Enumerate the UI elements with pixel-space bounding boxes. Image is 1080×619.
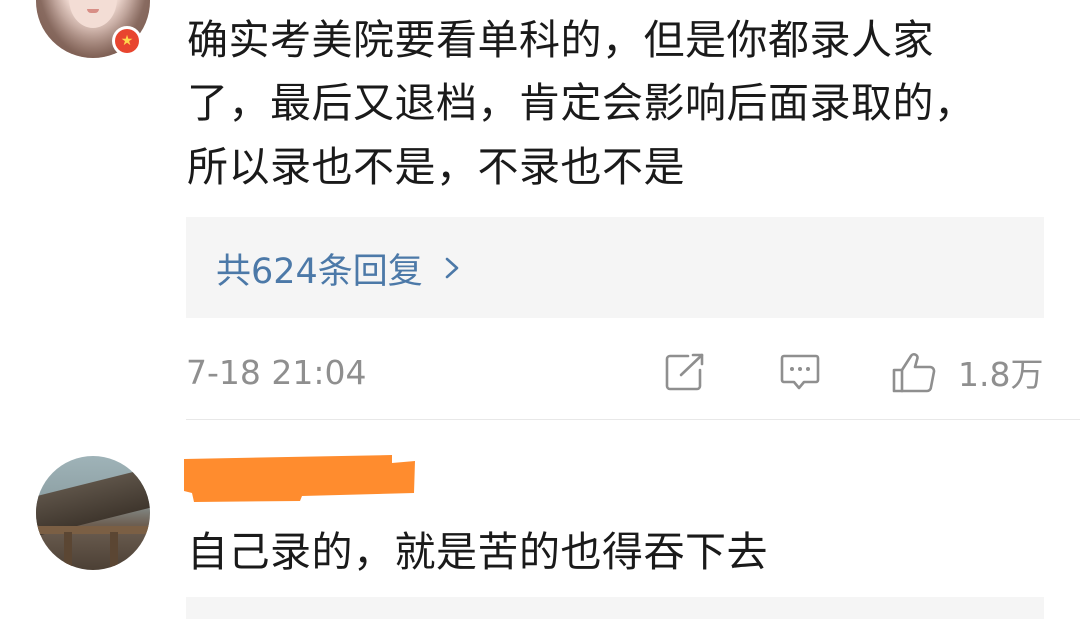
avatar-beam (36, 526, 150, 534)
timestamp: 7-18 21:04 (186, 353, 367, 392)
share-icon (665, 353, 704, 391)
username-redaction (184, 455, 415, 502)
comment-text-line: 所以录也不是，不录也不是 (187, 143, 685, 191)
verified-badge: ★ (112, 26, 142, 56)
thumbs-up-icon (892, 353, 936, 393)
like-button[interactable]: 1.8万 (890, 349, 1043, 395)
comment-feed: ★ 确实考美院要看单科的，但是你都录人家 了，最后又退档，肯定会影响后面录取的，… (0, 0, 1080, 619)
comment-text-line: 了，最后又退档，肯定会影响后面录取的， (187, 79, 976, 127)
avatar-pillar (110, 532, 118, 570)
comment-text-line: 确实考美院要看单科的，但是你都录人家 (187, 16, 934, 64)
chevron-right-icon (445, 257, 459, 279)
divider (186, 419, 1080, 420)
view-replies-link[interactable]: 共624条回复 (216, 245, 463, 292)
avatar-pillar (64, 532, 72, 570)
star-icon: ★ (115, 29, 139, 53)
like-count: 1.8万 (958, 355, 1044, 394)
replies-count-label: 共624条回复 (216, 251, 423, 292)
comment-actions: 7-18 21:04 1.8万 (186, 345, 1044, 401)
replies-preview[interactable] (186, 597, 1044, 619)
share-button[interactable] (664, 349, 712, 395)
reply-button[interactable] (778, 349, 826, 395)
replies-preview[interactable]: 共624条回复 (186, 217, 1044, 318)
comment-text-line: 自己录的，就是苦的也得吞下去 (187, 528, 768, 576)
comment-icon (780, 354, 820, 390)
avatar[interactable] (36, 456, 150, 570)
